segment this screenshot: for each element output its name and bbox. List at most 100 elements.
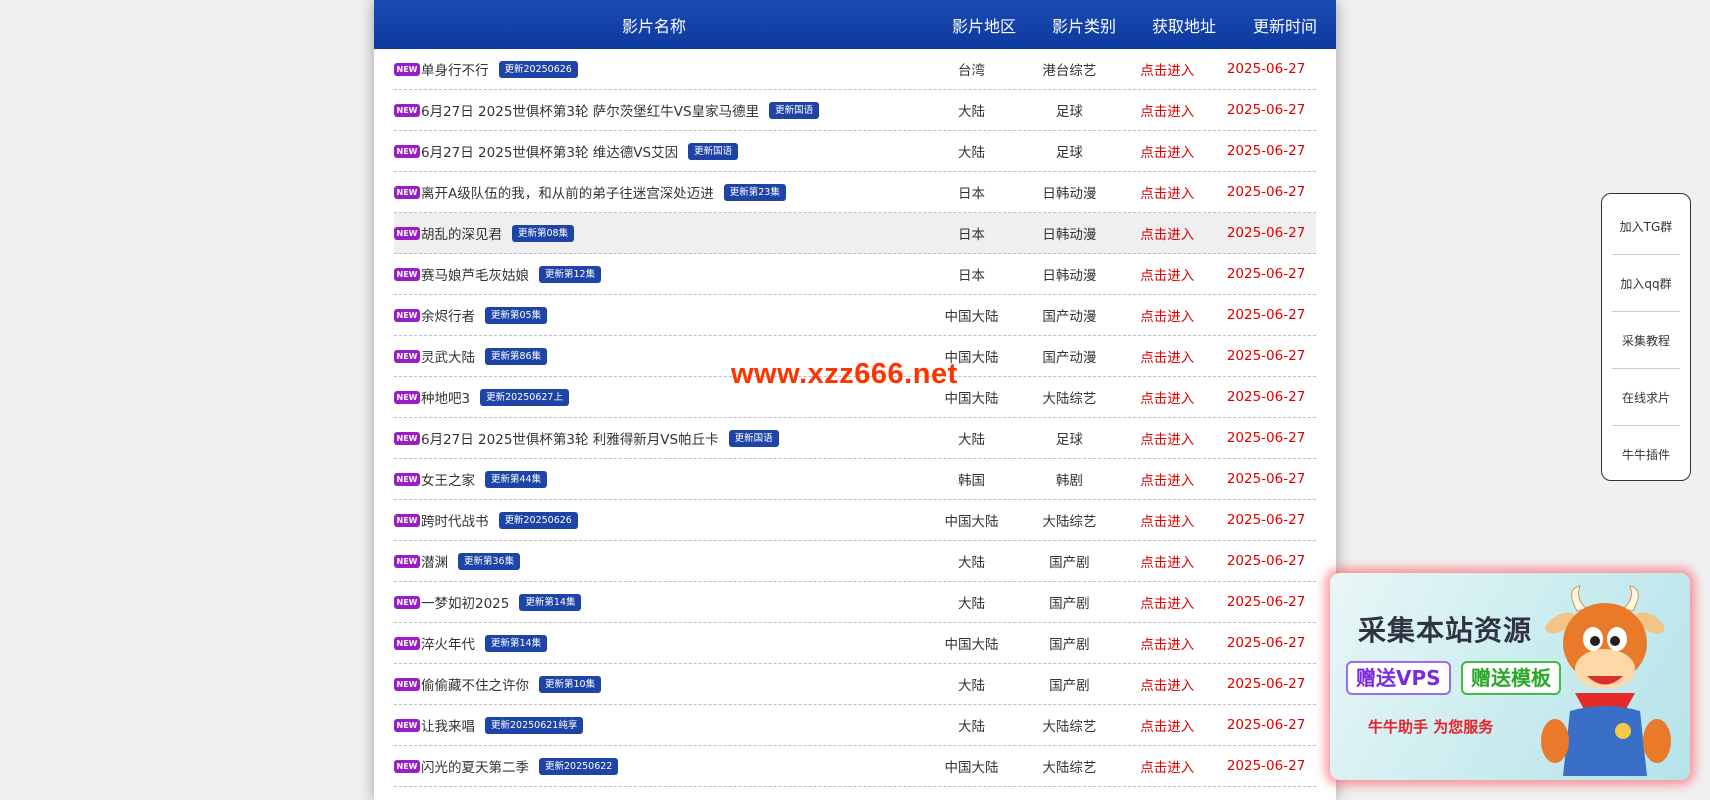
table-row[interactable]: NEW 赛马娘芦毛灰姑娘 更新第12集 日本 日韩动漫 点击进入 2025-06-27: [394, 254, 1316, 295]
enter-link[interactable]: 点击进入: [1118, 141, 1216, 161]
enter-link[interactable]: 点击进入: [1118, 100, 1216, 120]
new-badge: NEW: [394, 267, 420, 281]
movie-title-link[interactable]: 单身行不行: [421, 59, 489, 79]
enter-link[interactable]: 点击进入: [1118, 510, 1216, 530]
table-row[interactable]: NEW 6月27日 2025世俱杯第3轮 利雅得新月VS帕丘卡 更新国语 大陆 足球 点击…: [394, 418, 1316, 459]
movie-title-link[interactable]: 灵武大陆: [421, 346, 475, 366]
table-row[interactable]: NEW 女王之家 更新第44集 韩国 韩剧 点击进入 2025-06-27: [394, 459, 1316, 500]
movie-title-link[interactable]: 女王之家: [421, 469, 475, 489]
category-cell: 足球: [1055, 104, 1083, 120]
promo-banner[interactable]: 采集本站资源 赠送VPS 赠送模板 牛牛助手 为您服务: [1330, 573, 1690, 780]
name-cell: NEW 6月27日 2025世俱杯第3轮 萨尔茨堡红牛VS皇家马德里 更新国语: [394, 100, 923, 120]
enter-link[interactable]: 点击进入: [1118, 387, 1216, 407]
movie-title-link[interactable]: 赛马娘芦毛灰姑娘: [421, 264, 529, 284]
table-row[interactable]: NEW 潜渊 更新第36集 大陆 国产剧 点击进入 2025-06-27: [394, 541, 1316, 582]
movie-title-link[interactable]: 偷偷藏不住之许你: [421, 674, 529, 694]
header-region: 影片地区: [951, 16, 1016, 36]
side-menu-item-qq[interactable]: 加入qq群: [1612, 255, 1680, 312]
movie-title-link[interactable]: 闪光的夏天第二季: [421, 756, 529, 776]
update-badge: 更新国语: [688, 142, 739, 160]
table-row[interactable]: NEW 6月27日 2025世俱杯第3轮 萨尔茨堡红牛VS皇家马德里 更新国语 大陆 足…: [394, 90, 1316, 131]
table-row[interactable]: NEW 余烬行者 更新第05集 中国大陆 国产动漫 点击进入 2025-06-27: [394, 295, 1316, 336]
category-cell: 国产动漫: [1042, 309, 1097, 325]
new-badge: NEW: [394, 103, 420, 117]
movie-title-link[interactable]: 6月27日 2025世俱杯第3轮 维达德VS艾因: [421, 141, 678, 161]
enter-link[interactable]: 点击进入: [1118, 551, 1216, 571]
enter-link[interactable]: 点击进入: [1118, 305, 1216, 325]
name-cell: NEW 单身行不行 更新20250626: [394, 59, 923, 79]
update-time-cell: 2025-06-27: [1226, 553, 1306, 569]
promo-title: 采集本站资源: [1358, 614, 1533, 647]
update-time-cell: 2025-06-27: [1226, 102, 1306, 118]
category-cell: 国产剧: [1049, 678, 1090, 694]
category-cell: 国产动漫: [1042, 350, 1097, 366]
table-row[interactable]: NEW 闪光的夏天第二季 更新20250622 中国大陆 大陆综艺 点击进入 2025-06…: [394, 746, 1316, 787]
movie-title-link[interactable]: 淬火年代: [421, 633, 475, 653]
region-cell: 大陆: [957, 678, 985, 694]
side-menu: 加入TG群 加入qq群 采集教程 在线求片 牛牛插件: [1601, 193, 1691, 481]
region-cell: 日本: [957, 227, 985, 243]
update-time-cell: 2025-06-27: [1226, 758, 1306, 774]
update-time-cell: 2025-06-27: [1226, 594, 1306, 610]
table-row[interactable]: NEW 一梦如初2025 更新第14集 大陆 国产剧 点击进入 2025-06-27: [394, 582, 1316, 623]
header-name: 影片名称: [621, 16, 686, 36]
update-time-cell: 2025-06-27: [1226, 266, 1306, 282]
new-badge: NEW: [394, 62, 420, 76]
category-cell: 日韩动漫: [1042, 186, 1097, 202]
update-badge: 更新20250622: [539, 757, 619, 775]
name-cell: NEW 6月27日 2025世俱杯第3轮 维达德VS艾因 更新国语: [394, 141, 923, 161]
movie-title-link[interactable]: 让我来唱: [421, 715, 475, 735]
enter-link[interactable]: 点击进入: [1118, 182, 1216, 202]
new-badge: NEW: [394, 349, 420, 363]
update-badge: 更新第08集: [512, 224, 575, 242]
movie-title-link[interactable]: 余烬行者: [421, 305, 475, 325]
table-row[interactable]: NEW 6月27日 2025世俱杯第3轮 维达德VS艾因 更新国语 大陆 足球 点击进入 2…: [394, 131, 1316, 172]
enter-link[interactable]: 点击进入: [1118, 264, 1216, 284]
category-cell: 足球: [1055, 145, 1083, 161]
update-badge: 更新20250621纯享: [485, 716, 584, 734]
movie-title-link[interactable]: 胡乱的深见君: [421, 223, 502, 243]
update-time-cell: 2025-06-27: [1226, 143, 1306, 159]
category-cell: 大陆综艺: [1042, 719, 1097, 735]
table-row[interactable]: NEW 让我来唱 更新20250621纯享 大陆 大陆综艺 点击进入 2025-06-27: [394, 705, 1316, 746]
enter-link[interactable]: 点击进入: [1118, 223, 1216, 243]
movie-title-link[interactable]: 一梦如初2025: [421, 592, 509, 612]
side-menu-item-tutorial[interactable]: 采集教程: [1612, 312, 1680, 369]
cow-mascot-icon: [1541, 585, 1671, 776]
enter-link[interactable]: 点击进入: [1118, 592, 1216, 612]
enter-link[interactable]: 点击进入: [1118, 633, 1216, 653]
enter-link[interactable]: 点击进入: [1118, 59, 1216, 79]
side-menu-item-tg[interactable]: 加入TG群: [1612, 198, 1680, 255]
name-cell: NEW 女王之家 更新第44集: [394, 469, 923, 489]
enter-link[interactable]: 点击进入: [1118, 346, 1216, 366]
update-time-cell: 2025-06-27: [1226, 635, 1306, 651]
movie-title-link[interactable]: 种地吧3: [421, 387, 470, 407]
table-row[interactable]: NEW 单身行不行 更新20250626 台湾 港台综艺 点击进入 2025-06-27: [394, 49, 1316, 90]
movie-title-link[interactable]: 跨时代战书: [421, 510, 489, 530]
new-badge: NEW: [394, 595, 420, 609]
table-row[interactable]: NEW 偷偷藏不住之许你 更新第10集 大陆 国产剧 点击进入 2025-06-27: [394, 664, 1316, 705]
name-cell: NEW 一梦如初2025 更新第14集: [394, 592, 923, 612]
movie-title-link[interactable]: 6月27日 2025世俱杯第3轮 萨尔茨堡红牛VS皇家马德里: [421, 100, 759, 120]
table-row[interactable]: NEW 胡乱的深见君 更新第08集 日本 日韩动漫 点击进入 2025-06-27: [394, 213, 1316, 254]
movie-title-link[interactable]: 6月27日 2025世俱杯第3轮 利雅得新月VS帕丘卡: [421, 428, 719, 448]
movie-title-link[interactable]: 潜渊: [421, 551, 448, 571]
movie-title-link[interactable]: 离开A级队伍的我，和从前的弟子往迷宫深处迈进: [421, 182, 714, 202]
name-cell: NEW 赛马娘芦毛灰姑娘 更新第12集: [394, 264, 923, 284]
enter-link[interactable]: 点击进入: [1118, 428, 1216, 448]
enter-link[interactable]: 点击进入: [1118, 674, 1216, 694]
update-time-cell: 2025-06-27: [1226, 348, 1306, 364]
side-menu-item-request[interactable]: 在线求片: [1612, 369, 1680, 426]
category-cell: 大陆综艺: [1042, 391, 1097, 407]
region-cell: 大陆: [957, 596, 985, 612]
enter-link[interactable]: 点击进入: [1118, 469, 1216, 489]
enter-link[interactable]: 点击进入: [1118, 756, 1216, 776]
enter-link[interactable]: 点击进入: [1118, 715, 1216, 735]
category-cell: 足球: [1055, 432, 1083, 448]
name-cell: NEW 偷偷藏不住之许你 更新第10集: [394, 674, 923, 694]
table-row[interactable]: NEW 跨时代战书 更新20250626 中国大陆 大陆综艺 点击进入 2025-06-27: [394, 500, 1316, 541]
promo-vps-button[interactable]: 赠送VPS: [1346, 661, 1451, 695]
table-row[interactable]: NEW 离开A级队伍的我，和从前的弟子往迷宫深处迈进 更新第23集 日本 日韩动漫 点击进…: [394, 172, 1316, 213]
table-row[interactable]: NEW 淬火年代 更新第14集 中国大陆 国产剧 点击进入 2025-06-27: [394, 623, 1316, 664]
side-menu-item-plugin[interactable]: 牛牛插件: [1612, 426, 1680, 483]
